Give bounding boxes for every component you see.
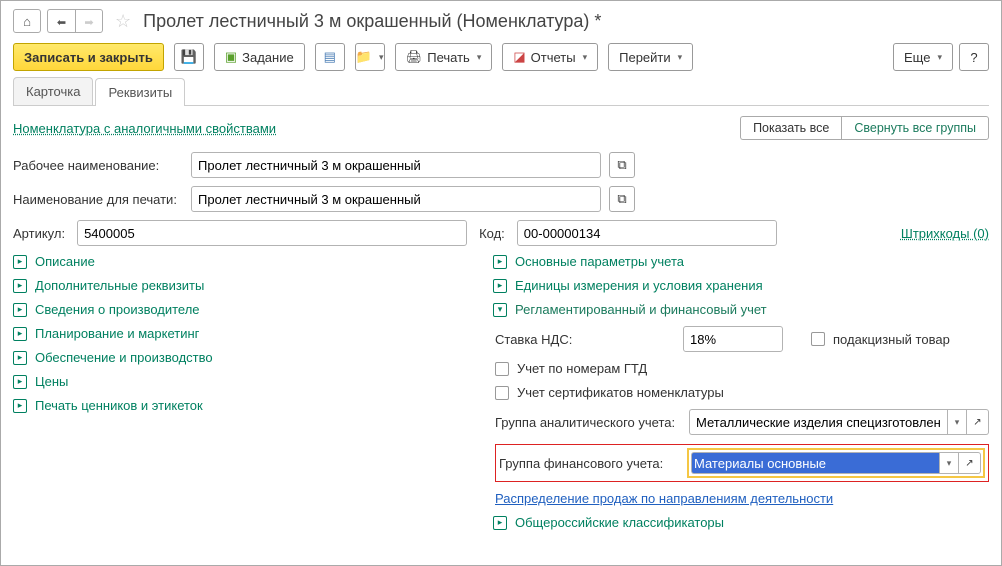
similar-link[interactable]: Номенклатура с аналогичными свойствами	[13, 121, 276, 136]
more-button[interactable]: Еще▾	[893, 43, 953, 71]
print-name-input[interactable]	[191, 186, 601, 212]
group-prices[interactable]: ▸Цены	[13, 374, 453, 389]
barcodes-link[interactable]: Штрихкоды (0)	[901, 226, 989, 241]
group-planning[interactable]: ▸Планирование и маркетинг	[13, 326, 453, 341]
group-labels[interactable]: ▸Печать ценников и этикеток	[13, 398, 453, 413]
group-regfin[interactable]: ▾Регламентированный и финансовый учет	[493, 302, 989, 317]
group-description[interactable]: ▸Описание	[13, 254, 453, 269]
gtd-checkbox[interactable]	[495, 362, 509, 376]
collapse-all-button[interactable]: Свернуть все группы	[841, 116, 989, 140]
group-classifiers[interactable]: ▸Общероссийские классификаторы	[493, 515, 989, 530]
group-main-params[interactable]: ▸Основные параметры учета	[493, 254, 989, 269]
group-maker[interactable]: ▸Сведения о производителе	[13, 302, 453, 317]
folder-button[interactable]: 📁▾	[355, 43, 385, 71]
tab-card[interactable]: Карточка	[13, 77, 93, 105]
home-button[interactable]	[13, 9, 41, 33]
analyt-dropdown[interactable]: ▾	[947, 409, 967, 435]
print-name-label: Наименование для печати:	[13, 192, 183, 207]
fin-dropdown[interactable]: ▾	[939, 452, 959, 474]
kod-label: Код:	[479, 226, 505, 241]
nds-input[interactable]	[683, 326, 783, 352]
fin-open[interactable]: ↗	[959, 452, 981, 474]
analyt-label: Группа аналитического учета:	[495, 415, 681, 430]
help-button[interactable]: ?	[959, 43, 989, 71]
sales-distribution-link[interactable]: Распределение продаж по направлениям дея…	[495, 491, 989, 506]
save-button[interactable]: 💾	[174, 43, 204, 71]
back-button[interactable]	[47, 9, 75, 33]
cert-label: Учет сертификатов номенклатуры	[517, 385, 724, 400]
work-name-input[interactable]	[191, 152, 601, 178]
page-title: Пролет лестничный 3 м окрашенный (Номенк…	[143, 11, 601, 32]
cert-checkbox[interactable]	[495, 386, 509, 400]
copy-name-button[interactable]: ⧉	[609, 152, 635, 178]
list-button[interactable]: ▤	[315, 43, 345, 71]
save-close-button[interactable]: Записать и закрыть	[13, 43, 164, 71]
show-all-button[interactable]: Показать все	[740, 116, 841, 140]
analyt-input[interactable]	[689, 409, 947, 435]
kod-input[interactable]	[517, 220, 777, 246]
fin-input[interactable]: Материалы основные	[691, 452, 939, 474]
analyt-open[interactable]: ↗	[967, 409, 989, 435]
reports-button[interactable]: ◪Отчеты▾	[502, 43, 598, 71]
print-button[interactable]: 🖨Печать▾	[395, 43, 493, 71]
artikul-input[interactable]	[77, 220, 467, 246]
group-units[interactable]: ▸Единицы измерения и условия хранения	[493, 278, 989, 293]
nds-label: Ставка НДС:	[495, 332, 675, 347]
work-name-label: Рабочее наименование:	[13, 158, 183, 173]
tab-requisites[interactable]: Реквизиты	[95, 78, 185, 106]
copy-print-button[interactable]: ⧉	[609, 186, 635, 212]
excise-label: подакцизный товар	[833, 332, 950, 347]
excise-checkbox[interactable]	[811, 332, 825, 346]
fin-label: Группа финансового учета:	[499, 456, 679, 471]
forward-button[interactable]	[75, 9, 103, 33]
star-icon[interactable]: ☆	[115, 11, 131, 32]
artikul-label: Артикул:	[13, 226, 65, 241]
group-production[interactable]: ▸Обеспечение и производство	[13, 350, 453, 365]
group-additional-req[interactable]: ▸Дополнительные реквизиты	[13, 278, 453, 293]
gtd-label: Учет по номерам ГТД	[517, 361, 647, 376]
task-button[interactable]: ▣Задание	[214, 43, 305, 71]
goto-button[interactable]: Перейти▾	[608, 43, 693, 71]
